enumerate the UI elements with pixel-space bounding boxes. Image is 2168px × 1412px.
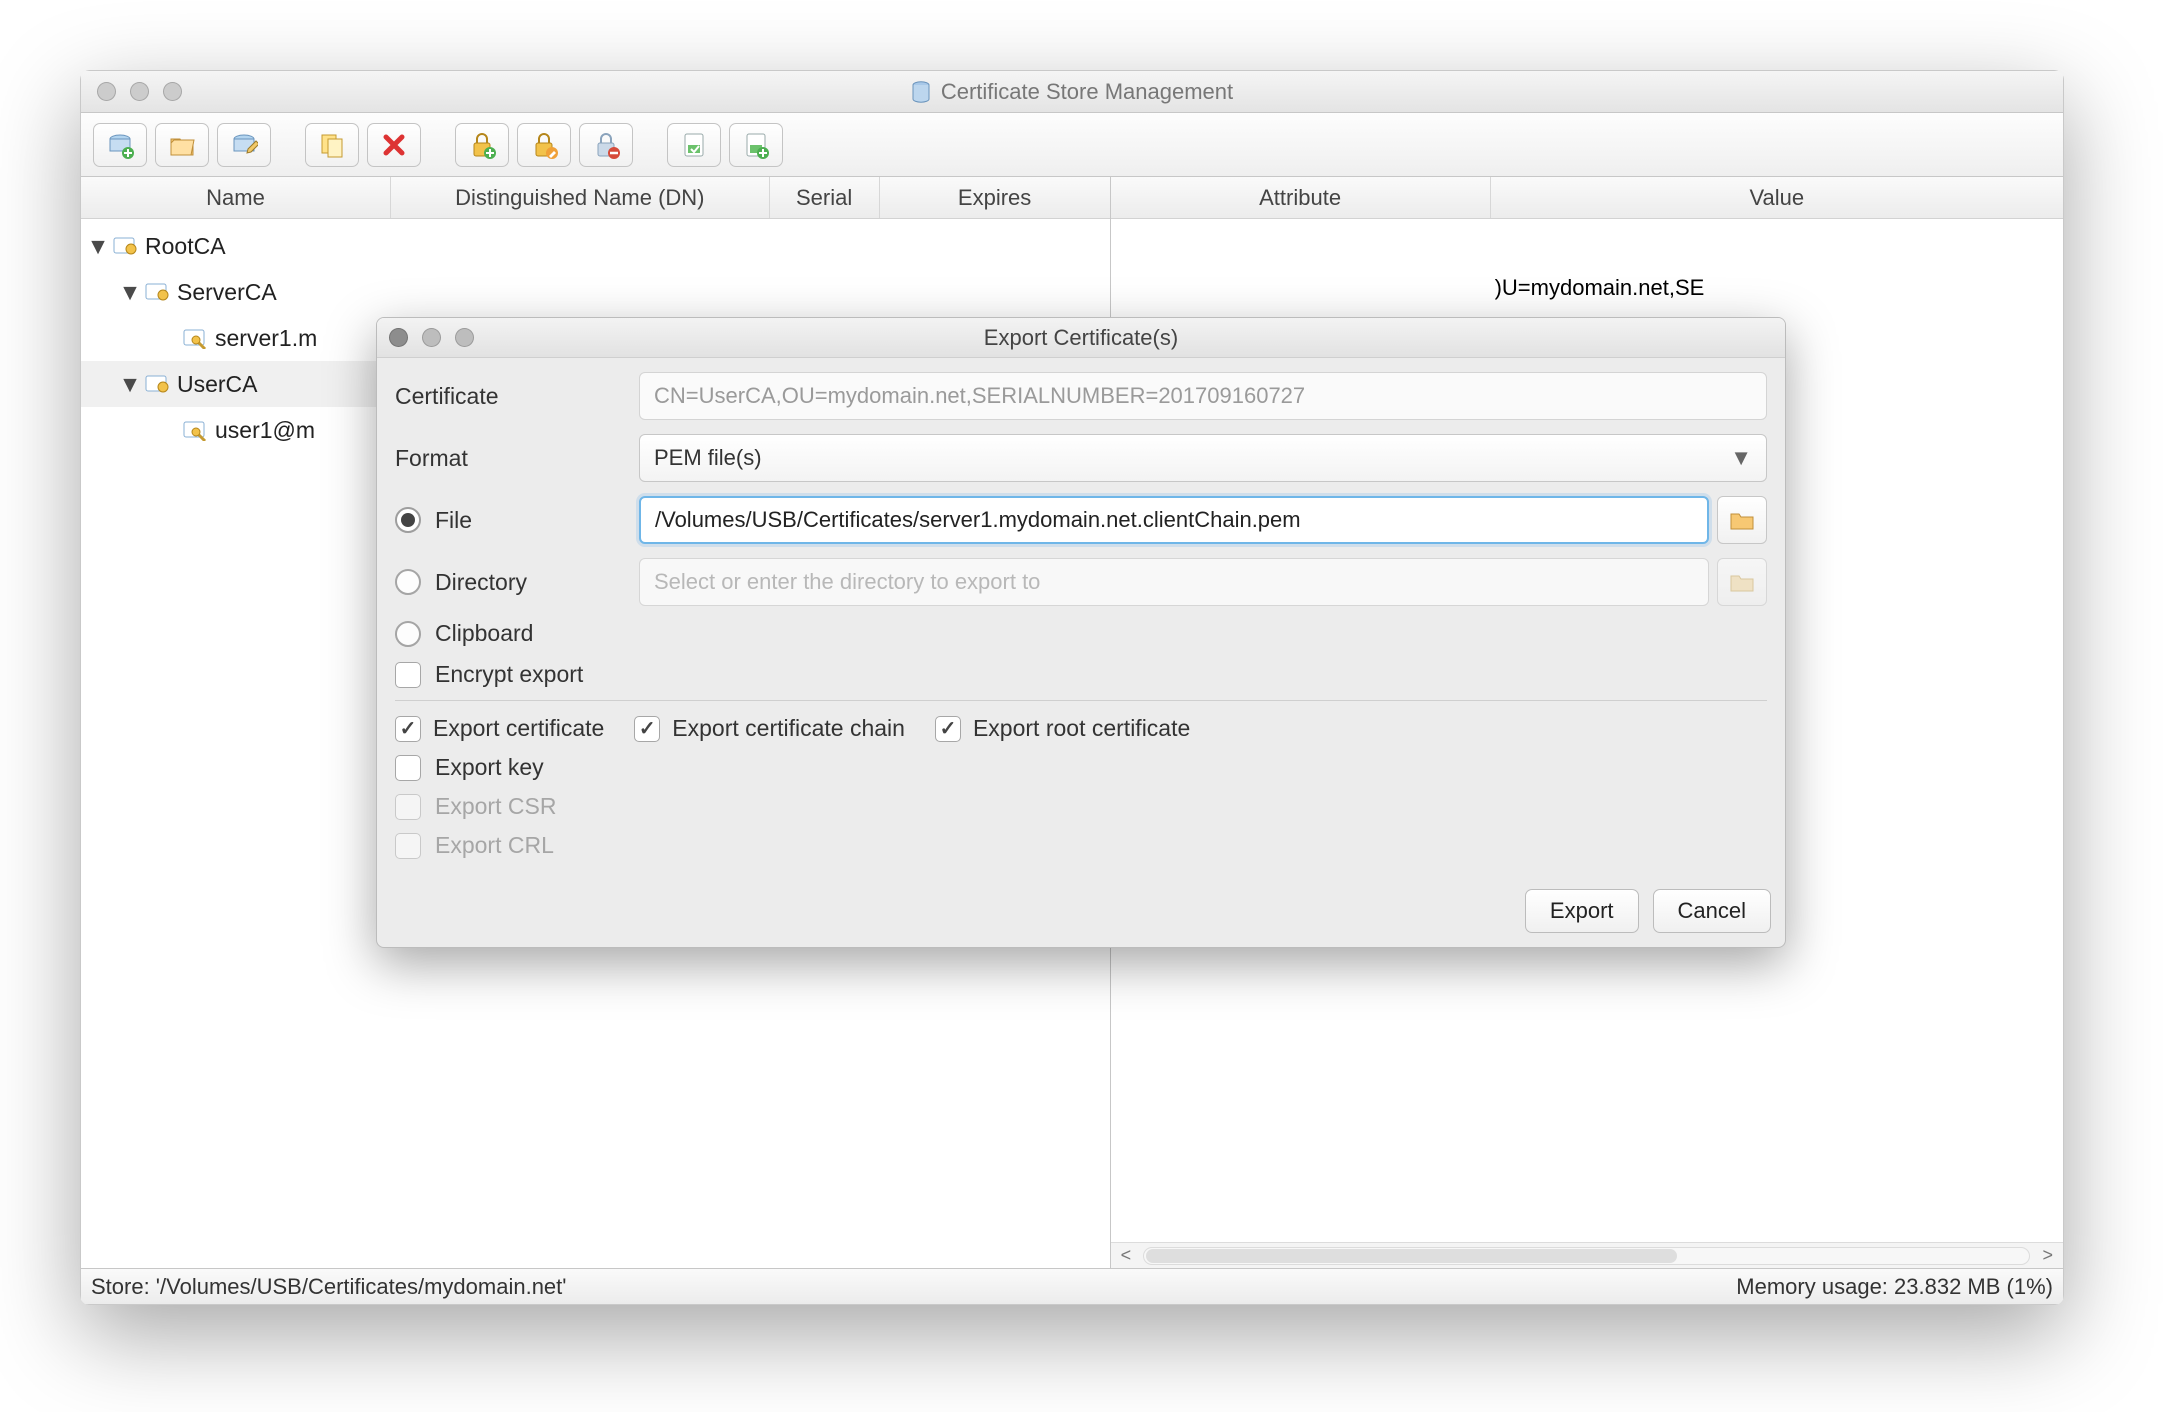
right-columns-header: Attribute Value [1111,177,2063,219]
attr-row[interactable] [1111,219,2063,265]
close-window-button[interactable] [97,82,116,101]
export-csr-checkbox [395,794,421,820]
tree-row-rootca[interactable]: ▼ RootCA [81,223,1110,269]
toolbar-export-button[interactable] [667,123,721,167]
cert-icon [113,235,139,257]
left-columns-header: Name Distinguished Name (DN) Serial Expi… [81,177,1110,219]
col-attribute[interactable]: Attribute [1111,177,1491,218]
dialog-zoom-button[interactable] [455,328,474,347]
export-cert-checkbox[interactable] [395,716,421,742]
window-title: Certificate Store Management [941,79,1233,105]
format-select[interactable]: PEM file(s) ▼ [639,434,1767,482]
cert-icon [145,281,171,303]
toolbar-lock-remove-button[interactable] [579,123,633,167]
file-path-input[interactable]: /Volumes/USB/Certificates/server1.mydoma… [639,496,1709,544]
dialog-title: Export Certificate(s) [377,325,1785,351]
export-key-checkbox[interactable] [395,755,421,781]
tree-label: UserCA [177,371,258,398]
disclosure-icon[interactable]: ▼ [89,233,107,260]
certificate-label: Certificate [395,383,625,410]
main-toolbar [81,113,2063,177]
export-button[interactable]: Export [1525,889,1639,933]
scroll-left-icon[interactable]: < [1115,1245,1138,1266]
folder-icon [1729,571,1755,593]
dialog-close-button[interactable] [389,328,408,347]
toolbar-copy-button[interactable] [305,123,359,167]
file-label: File [435,507,472,534]
cert-key-icon [183,419,209,441]
status-memory: Memory usage: 23.832 MB (1%) [1736,1274,2053,1300]
dialog-minimize-button[interactable] [422,328,441,347]
main-titlebar: Certificate Store Management [81,71,2063,113]
clipboard-radio[interactable] [395,621,421,647]
folder-icon [1729,509,1755,531]
col-value[interactable]: Value [1491,177,2063,218]
export-dialog: Export Certificate(s) Certificate CN=Use… [376,317,1786,948]
clipboard-label: Clipboard [435,620,533,647]
database-icon [911,81,931,103]
scrollbar-thumb[interactable] [1146,1249,1677,1263]
export-root-checkbox[interactable] [935,716,961,742]
scrollbar-track[interactable] [1143,1247,2030,1265]
toolbar-add-store-button[interactable] [93,123,147,167]
attr-row[interactable]: )U=mydomain.net,SE [1111,265,2063,311]
toolbar-lock-add-button[interactable] [455,123,509,167]
format-value: PEM file(s) [654,445,762,471]
dialog-footer: Export Cancel [377,881,1785,947]
toolbar-lock-edit-button[interactable] [517,123,571,167]
tree-label: ServerCA [177,279,277,306]
directory-input[interactable]: Select or enter the directory to export … [639,558,1709,606]
directory-radio[interactable] [395,569,421,595]
browse-directory-button[interactable] [1717,558,1767,606]
chevron-down-icon: ▼ [1730,445,1752,471]
minimize-window-button[interactable] [130,82,149,101]
zoom-window-button[interactable] [163,82,182,101]
cancel-button[interactable]: Cancel [1653,889,1771,933]
toolbar-open-store-button[interactable] [155,123,209,167]
export-key-label: Export key [435,754,544,781]
export-chain-checkbox[interactable] [634,716,660,742]
export-crl-label: Export CRL [435,832,554,859]
export-crl-checkbox [395,833,421,859]
dialog-body: Certificate CN=UserCA,OU=mydomain.net,SE… [377,358,1785,881]
browse-file-button[interactable] [1717,496,1767,544]
col-name[interactable]: Name [81,177,391,218]
tree-label: user1@m [215,417,315,444]
disclosure-icon[interactable]: ▼ [121,279,139,306]
status-bar: Store: '/Volumes/USB/Certificates/mydoma… [81,1268,2063,1304]
status-store-path: Store: '/Volumes/USB/Certificates/mydoma… [91,1274,566,1300]
tree-label: server1.m [215,325,317,352]
encrypt-label: Encrypt export [435,661,583,688]
scroll-right-icon[interactable]: > [2036,1245,2059,1266]
disclosure-icon[interactable]: ▼ [121,371,139,398]
window-controls [97,82,182,101]
directory-label: Directory [435,569,527,596]
format-label: Format [395,445,625,472]
toolbar-export-add-button[interactable] [729,123,783,167]
export-root-label: Export root certificate [973,715,1190,742]
dialog-titlebar: Export Certificate(s) [377,318,1785,358]
toolbar-edit-store-button[interactable] [217,123,271,167]
encrypt-checkbox[interactable] [395,662,421,688]
cert-icon [145,373,171,395]
col-expires[interactable]: Expires [880,177,1110,218]
export-chain-label: Export certificate chain [672,715,905,742]
certificate-field: CN=UserCA,OU=mydomain.net,SERIALNUMBER=2… [639,372,1767,420]
toolbar-delete-button[interactable] [367,123,421,167]
col-dn[interactable]: Distinguished Name (DN) [391,177,770,218]
file-radio[interactable] [395,507,421,533]
tree-row-serverca[interactable]: ▼ ServerCA [81,269,1110,315]
divider [395,700,1767,701]
export-cert-label: Export certificate [433,715,604,742]
col-serial[interactable]: Serial [770,177,880,218]
cert-key-icon [183,327,209,349]
horizontal-scrollbar[interactable]: < > [1111,1242,2063,1268]
export-csr-label: Export CSR [435,793,556,820]
tree-label: RootCA [145,233,226,260]
